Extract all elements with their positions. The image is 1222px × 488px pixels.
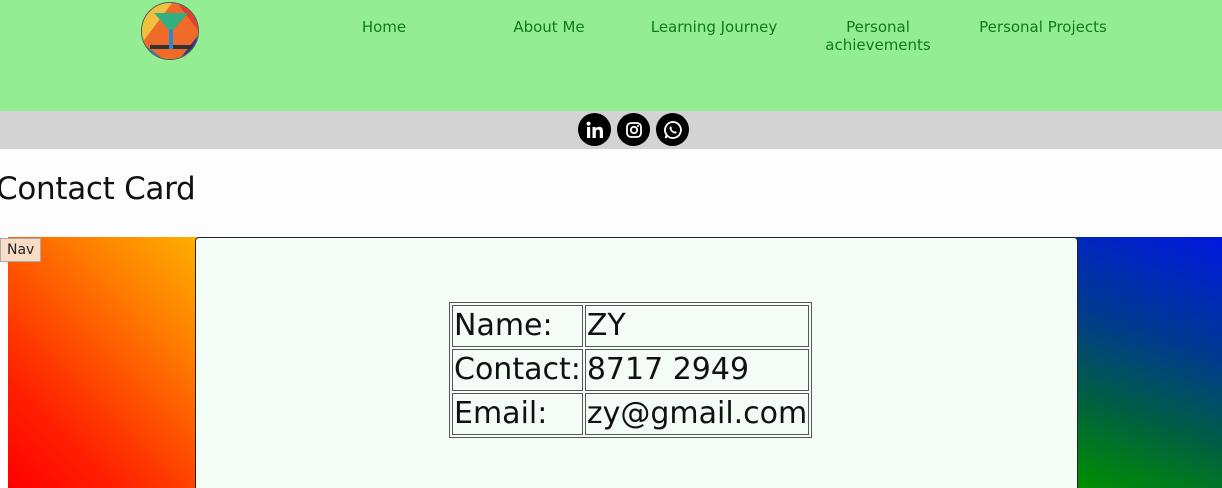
table-row: Contact: 8717 2949 [452, 349, 810, 391]
page-title: Contact Card [0, 171, 196, 207]
name-value: ZY [584, 305, 810, 347]
right-gradient-panel [1076, 237, 1222, 488]
email-label: Email: [452, 393, 583, 435]
nav-learning-journey[interactable]: Learning Journey [640, 18, 788, 36]
social-bar [0, 111, 1222, 149]
nav-personal-projects[interactable]: Personal Projects [968, 18, 1118, 36]
nav-personal-achievements[interactable]: Personal achievements [818, 18, 938, 54]
instagram-icon[interactable] [617, 113, 650, 146]
whatsapp-icon[interactable] [656, 113, 689, 146]
nav-button[interactable]: Nav [0, 238, 42, 262]
nav-home[interactable]: Home [355, 18, 413, 36]
contact-table: Name: ZY Contact: 8717 2949 Email: zy@gm… [449, 302, 813, 438]
logo-icon[interactable] [141, 2, 199, 60]
email-value: zy@gmail.com [584, 393, 810, 435]
name-label: Name: [452, 305, 583, 347]
linkedin-icon[interactable] [578, 113, 611, 146]
nav-about-me[interactable]: About Me [503, 18, 595, 36]
contact-card: Name: ZY Contact: 8717 2949 Email: zy@gm… [195, 237, 1078, 488]
table-row: Name: ZY [452, 305, 810, 347]
table-row: Email: zy@gmail.com [452, 393, 810, 435]
contact-value: 8717 2949 [584, 349, 810, 391]
left-gradient-panel [8, 237, 198, 488]
contact-label: Contact: [452, 349, 583, 391]
header-bar: Home About Me Learning Journey Personal … [0, 0, 1222, 111]
